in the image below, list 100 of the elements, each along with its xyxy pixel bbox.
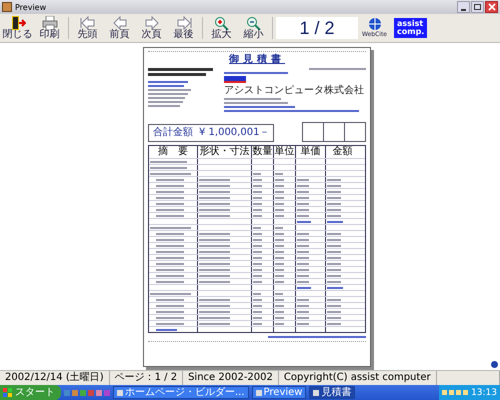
- text-placeholder-line: [297, 196, 310, 198]
- text-placeholder-line: [327, 244, 341, 246]
- text-placeholder-line: [199, 304, 230, 306]
- text-placeholder-line: [199, 274, 230, 276]
- text-placeholder-line: [156, 256, 184, 258]
- text-placeholder-line: [327, 304, 341, 306]
- taskbar-button[interactable]: Preview: [252, 386, 306, 399]
- text-placeholder-line: [148, 85, 184, 87]
- next-page-icon: [144, 16, 160, 30]
- text-placeholder-line: [156, 178, 184, 180]
- text-placeholder-line: [150, 160, 187, 162]
- text-placeholder-line: [148, 101, 183, 103]
- text-placeholder-line: [199, 208, 230, 210]
- text-placeholder-line: [148, 97, 186, 99]
- text-placeholder-line: [156, 238, 184, 240]
- text-placeholder-line: [156, 208, 184, 210]
- text-placeholder-line: [150, 226, 192, 228]
- text-placeholder-line: [199, 250, 230, 252]
- text-placeholder-line: [148, 68, 213, 71]
- door-icon: [10, 16, 26, 30]
- scroll-button[interactable]: [491, 361, 498, 368]
- text-placeholder-line: [156, 196, 184, 198]
- text-placeholder-line: [156, 214, 184, 216]
- toolbar-button[interactable]: 拡大: [206, 14, 237, 42]
- toolbar-button[interactable]: 最後: [168, 14, 199, 42]
- minimize-button[interactable]: [457, 1, 470, 13]
- text-placeholder-line: [297, 268, 310, 270]
- total-label: 合計金額: [153, 127, 193, 139]
- text-placeholder-line: [297, 214, 310, 216]
- text-placeholder-line: [156, 298, 184, 300]
- toolbar-button[interactable]: 次頁: [136, 14, 167, 42]
- taskbar-button[interactable]: ホームページ・ビルダー...: [113, 386, 249, 399]
- column-header: 単位: [273, 146, 295, 158]
- text-placeholder-line: [199, 310, 230, 312]
- toolbar-button[interactable]: 先頭: [72, 14, 103, 42]
- text-placeholder-line: [297, 220, 310, 222]
- text-placeholder-line: [297, 250, 310, 252]
- text-placeholder-line: [327, 286, 342, 288]
- toolbar-button[interactable]: 縮小: [238, 14, 269, 42]
- start-button[interactable]: スタート: [0, 385, 61, 400]
- column-header: 形状・寸法: [197, 146, 251, 158]
- text-placeholder-line: [199, 190, 230, 192]
- text-placeholder-line: [156, 280, 184, 282]
- text-placeholder-line: [224, 98, 281, 100]
- logo-stamp: [224, 76, 246, 83]
- text-placeholder-line: [327, 196, 341, 198]
- text-placeholder-line: [199, 196, 230, 198]
- text-placeholder-line: [327, 298, 341, 300]
- text-placeholder-line: [327, 214, 341, 216]
- text-placeholder-line: [150, 292, 192, 294]
- text-placeholder-line: [297, 208, 310, 210]
- text-placeholder-line: [224, 102, 288, 104]
- text-placeholder-line: [150, 172, 192, 174]
- column-header: 数量: [251, 146, 273, 158]
- text-placeholder-line: [297, 274, 310, 276]
- text-placeholder-line: [156, 232, 184, 234]
- text-placeholder-line: [156, 274, 184, 276]
- text-placeholder-line: [297, 232, 310, 234]
- text-placeholder-line: [327, 274, 341, 276]
- text-placeholder-line: [327, 310, 341, 312]
- toolbar-button[interactable]: 閉じる: [2, 14, 33, 42]
- restore-button[interactable]: [471, 1, 484, 13]
- text-placeholder-line: [156, 310, 184, 312]
- text-placeholder-line: [156, 268, 184, 270]
- text-placeholder-line: [199, 262, 230, 264]
- toolbar-button[interactable]: 印刷: [34, 14, 65, 42]
- zoom-in-icon: [214, 16, 230, 30]
- text-placeholder-line: [199, 280, 230, 282]
- company-name: アシストコンピュータ株式会社: [224, 85, 365, 96]
- window-title: Preview: [15, 2, 48, 12]
- logo[interactable]: assist comp.: [394, 18, 428, 38]
- text-placeholder-line: [297, 256, 310, 258]
- text-placeholder-line: [199, 214, 230, 216]
- text-placeholder-line: [327, 184, 341, 186]
- text-placeholder-line: [148, 105, 180, 107]
- text-placeholder-line: [156, 316, 184, 318]
- taskbar-button[interactable]: 見積書: [309, 386, 356, 399]
- stamp-box: [302, 122, 324, 142]
- text-placeholder-line: [199, 238, 230, 240]
- text-placeholder-line: [297, 244, 310, 246]
- text-placeholder-line: [150, 166, 187, 168]
- text-placeholder-line: [156, 328, 177, 330]
- text-placeholder-line: [327, 178, 341, 180]
- zoom-out-icon: [246, 16, 262, 30]
- stamp-box: [344, 122, 366, 142]
- close-button[interactable]: [485, 1, 498, 13]
- text-placeholder-line: [297, 178, 310, 180]
- text-placeholder-line: [297, 280, 310, 282]
- text-placeholder-line: [199, 202, 230, 204]
- text-placeholder-line: [199, 184, 230, 186]
- text-placeholder-line: [327, 220, 342, 222]
- text-placeholder-line: [327, 250, 341, 252]
- text-placeholder-line: [199, 322, 230, 324]
- toolbar-button[interactable]: 前頁: [104, 14, 135, 42]
- previous-page-icon: [112, 16, 128, 30]
- text-placeholder-line: [297, 322, 310, 324]
- text-placeholder-line: [327, 208, 341, 210]
- text-placeholder-line: [297, 286, 310, 288]
- clock: 13:13: [471, 388, 497, 398]
- text-placeholder-line: [297, 262, 310, 264]
